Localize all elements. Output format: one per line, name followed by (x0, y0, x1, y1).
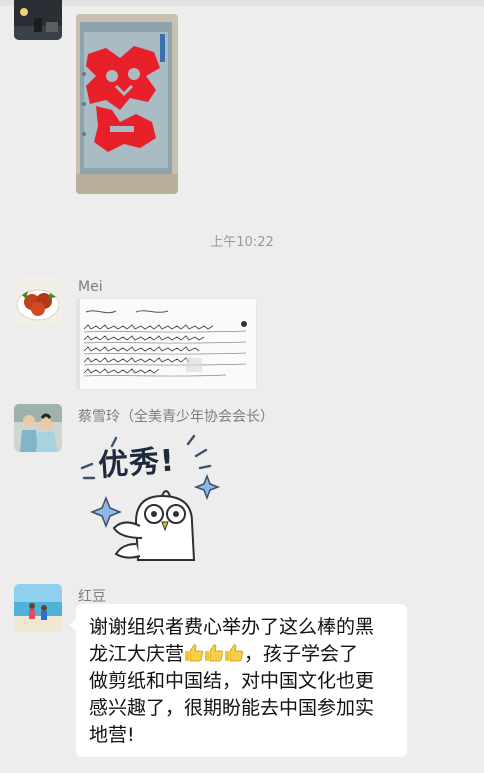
message-line: 感兴趣了，很期盼能去中国参加实 (89, 697, 375, 719)
thumbs-up-icon (224, 643, 244, 663)
sender-name: 红豆 (78, 589, 106, 605)
sticker-excellent[interactable]: 优秀! (76, 426, 226, 562)
avatar-cai[interactable] (14, 404, 62, 452)
timestamp: 上午10:22 (210, 235, 274, 250)
note-photo[interactable] (76, 298, 257, 390)
top-bar-edge (0, 0, 484, 6)
message-bubble[interactable]: 谢谢组织者费心举办了这么棒的黑 龙江大庆营 ，孩子学会了 做剪纸和中国结，对中国文… (69, 604, 407, 757)
message-line: 龙江大庆营 ，孩子学会了 (89, 641, 397, 668)
message-line: 地营! (89, 724, 135, 746)
avatar-hongdou[interactable] (14, 584, 62, 632)
sender-name: Mei (78, 279, 103, 295)
thumbs-up-icon (184, 643, 204, 663)
thumbs-up-icon (204, 643, 224, 663)
sender-name: 蔡雪玲（全美青少年协会会长） (78, 409, 274, 425)
papercut-photo[interactable] (76, 14, 178, 194)
message-line: 谢谢组织者费心举办了这么棒的黑 (89, 616, 375, 638)
sticker-text: 优秀! (97, 443, 177, 484)
avatar[interactable] (14, 0, 62, 40)
message-text: ，孩子学会了 (244, 643, 359, 665)
message-line: 做剪纸和中国结，对中国文化也更 (89, 670, 375, 692)
avatar-mei[interactable] (14, 277, 62, 325)
message-text: 龙江大庆营 (89, 643, 185, 665)
